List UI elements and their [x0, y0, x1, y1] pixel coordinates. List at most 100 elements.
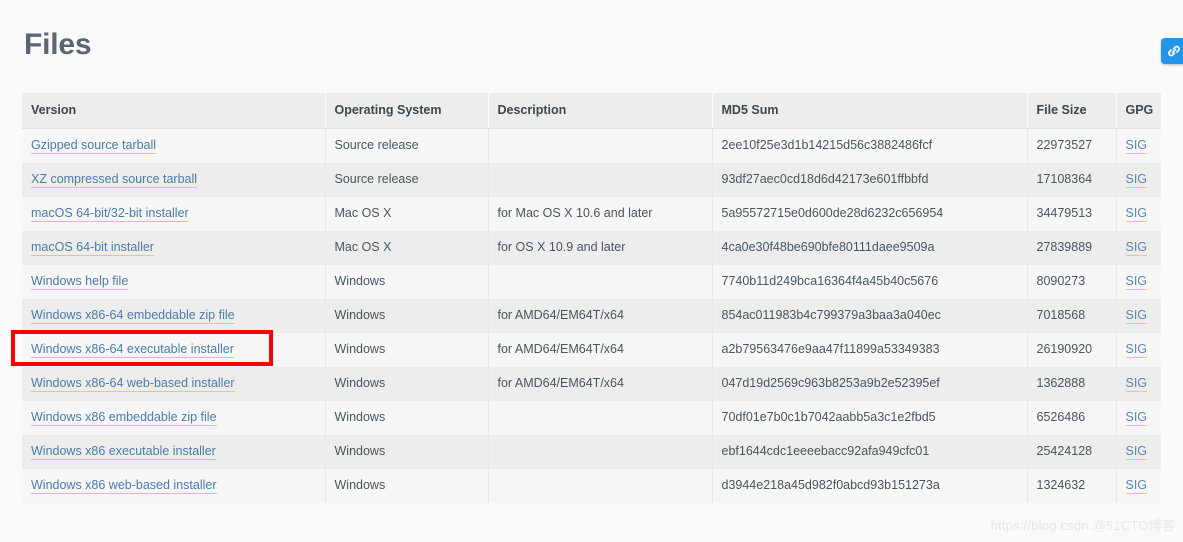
cell-os: Windows: [325, 298, 489, 333]
page-title: Files: [24, 28, 92, 61]
cell-size: 25424128: [1027, 434, 1117, 469]
cell-gpg: SIG: [1116, 298, 1161, 333]
cell-gpg: SIG: [1116, 196, 1161, 231]
download-link[interactable]: XZ compressed source tarball: [31, 172, 198, 188]
cell-os: Windows: [325, 434, 489, 469]
cell-md5: 93df27aec0cd18d6d42173e601ffbbfd: [712, 162, 1028, 197]
cell-os: Mac OS X: [325, 230, 489, 265]
cell-gpg: SIG: [1116, 332, 1161, 367]
table-row: Gzipped source tarball Source release 2ee1…: [22, 128, 1161, 163]
cell-md5: 70df01e7b0c1b7042aabb5a3c1e2fbd5: [712, 400, 1028, 435]
cell-size: 22973527: [1027, 128, 1117, 163]
watermark-brand: @51CTO博客: [1092, 518, 1175, 533]
gpg-sig-link[interactable]: SIG: [1125, 172, 1148, 188]
cell-desc: [488, 468, 713, 503]
cell-version: Windows help file: [22, 264, 326, 299]
table-row: Windows x86 executable installer Windows e…: [22, 434, 1161, 469]
cell-gpg: SIG: [1116, 230, 1161, 265]
cell-md5: 4ca0e30f48be690bfe80111daee9509a: [712, 230, 1028, 265]
download-link[interactable]: macOS 64-bit/32-bit installer: [31, 206, 189, 222]
cell-os: Windows: [325, 468, 489, 503]
download-link[interactable]: Windows x86-64 embeddable zip file: [31, 308, 235, 324]
cell-desc: [488, 162, 713, 197]
cell-gpg: SIG: [1116, 162, 1161, 197]
table-header-row: Version Operating System Description MD5…: [22, 93, 1161, 129]
column-header-filesize[interactable]: File Size: [1027, 93, 1117, 129]
table-row: macOS 64-bit/32-bit installer Mac OS Xfor…: [22, 196, 1161, 231]
cell-version: Windows x86-64 executable installer: [22, 332, 326, 367]
cell-size: 17108364: [1027, 162, 1117, 197]
table-header: Version Operating System Description MD5…: [22, 93, 1161, 129]
cell-size: 27839889: [1027, 230, 1117, 265]
cell-desc: for AMD64/EM64T/x64: [488, 298, 713, 333]
gpg-sig-link[interactable]: SIG: [1125, 138, 1148, 155]
gpg-sig-link[interactable]: SIG: [1125, 342, 1148, 358]
table-row: Windows x86 web-based installer Windows d3…: [22, 468, 1161, 503]
download-link[interactable]: Windows x86 embeddable zip file: [31, 410, 217, 426]
column-header-md5[interactable]: MD5 Sum: [712, 93, 1028, 129]
table-row: Windows x86-64 embeddable zip file Window…: [22, 298, 1161, 333]
gpg-sig-link[interactable]: SIG: [1125, 206, 1148, 222]
cell-version: XZ compressed source tarball: [22, 162, 326, 197]
download-link[interactable]: Windows x86-64 executable installer: [31, 342, 234, 358]
cell-os: Windows: [325, 332, 489, 367]
cell-os: Source release: [325, 162, 489, 197]
cell-size: 1362888: [1027, 366, 1117, 401]
gpg-sig-link[interactable]: SIG: [1125, 410, 1148, 426]
cell-md5: d3944e218a45d982f0abcd93b151273a: [712, 468, 1028, 503]
cell-desc: [488, 434, 713, 469]
cell-os: Mac OS X: [325, 196, 489, 231]
gpg-sig-link[interactable]: SIG: [1125, 308, 1148, 324]
cell-version: Windows x86-64 embeddable zip file: [22, 298, 326, 333]
cell-gpg: SIG: [1116, 400, 1161, 435]
cell-desc: for AMD64/EM64T/x64: [488, 366, 713, 401]
cell-os: Windows: [325, 366, 489, 401]
gpg-sig-link[interactable]: SIG: [1125, 274, 1148, 290]
cell-version: macOS 64-bit/32-bit installer: [22, 196, 326, 231]
cell-md5: 047d19d2569c963b8253a9b2e52395ef: [712, 366, 1028, 401]
files-table-container: Version Operating System Description MD5…: [22, 93, 1161, 503]
cell-gpg: SIG: [1116, 434, 1161, 469]
cell-size: 8090273: [1027, 264, 1117, 299]
download-link[interactable]: Windows x86-64 web-based installer: [31, 376, 235, 392]
table-row: Windows x86 embeddable zip file Windows 70…: [22, 400, 1161, 435]
download-link[interactable]: macOS 64-bit installer: [31, 240, 154, 256]
files-table: Version Operating System Description MD5…: [22, 93, 1161, 503]
cell-desc: [488, 264, 713, 299]
cell-os: Source release: [325, 128, 489, 163]
cell-version: Gzipped source tarball: [22, 128, 326, 163]
permalink-badge-button[interactable]: [1161, 38, 1183, 64]
download-link[interactable]: Gzipped source tarball: [31, 138, 157, 155]
cell-size: 1324632: [1027, 468, 1117, 503]
column-header-os[interactable]: Operating System: [325, 93, 489, 129]
table-row: Windows x86-64 web-based installer Window…: [22, 366, 1161, 401]
cell-desc: [488, 400, 713, 435]
cell-version: macOS 64-bit installer: [22, 230, 326, 265]
cell-md5: ebf1644cdc1eeeebacc92afa949cfc01: [712, 434, 1028, 469]
cell-gpg: SIG: [1116, 128, 1161, 163]
cell-size: 7018568: [1027, 298, 1117, 333]
gpg-sig-link[interactable]: SIG: [1125, 376, 1148, 392]
link-chain-icon: [1166, 43, 1182, 59]
cell-os: Windows: [325, 400, 489, 435]
table-row: macOS 64-bit installer Mac OS Xfor OS X 1…: [22, 230, 1161, 265]
cell-gpg: SIG: [1116, 468, 1161, 503]
column-header-description[interactable]: Description: [488, 93, 713, 129]
cell-version: Windows x86 embeddable zip file: [22, 400, 326, 435]
cell-md5: 2ee10f25e3d1b14215d56c3882486fcf: [712, 128, 1028, 163]
gpg-sig-link[interactable]: SIG: [1125, 478, 1148, 494]
cell-md5: a2b79563476e9aa47f11899a53349383: [712, 332, 1028, 367]
column-header-gpg[interactable]: GPG: [1116, 93, 1161, 129]
gpg-sig-link[interactable]: SIG: [1125, 240, 1148, 256]
download-link[interactable]: Windows help file: [31, 274, 129, 290]
watermark-url: https://blog.csdn.: [990, 518, 1093, 533]
download-link[interactable]: Windows x86 web-based installer: [31, 478, 217, 494]
column-header-version[interactable]: Version: [22, 93, 326, 129]
cell-version: Windows x86 web-based installer: [22, 468, 326, 503]
gpg-sig-link[interactable]: SIG: [1125, 444, 1148, 460]
cell-md5: 5a95572715e0d600de28d6232c656954: [712, 196, 1028, 231]
cell-desc: for Mac OS X 10.6 and later: [488, 196, 713, 231]
cell-os: Windows: [325, 264, 489, 299]
table-body: Gzipped source tarball Source release 2ee1…: [22, 128, 1161, 503]
download-link[interactable]: Windows x86 executable installer: [31, 444, 216, 460]
